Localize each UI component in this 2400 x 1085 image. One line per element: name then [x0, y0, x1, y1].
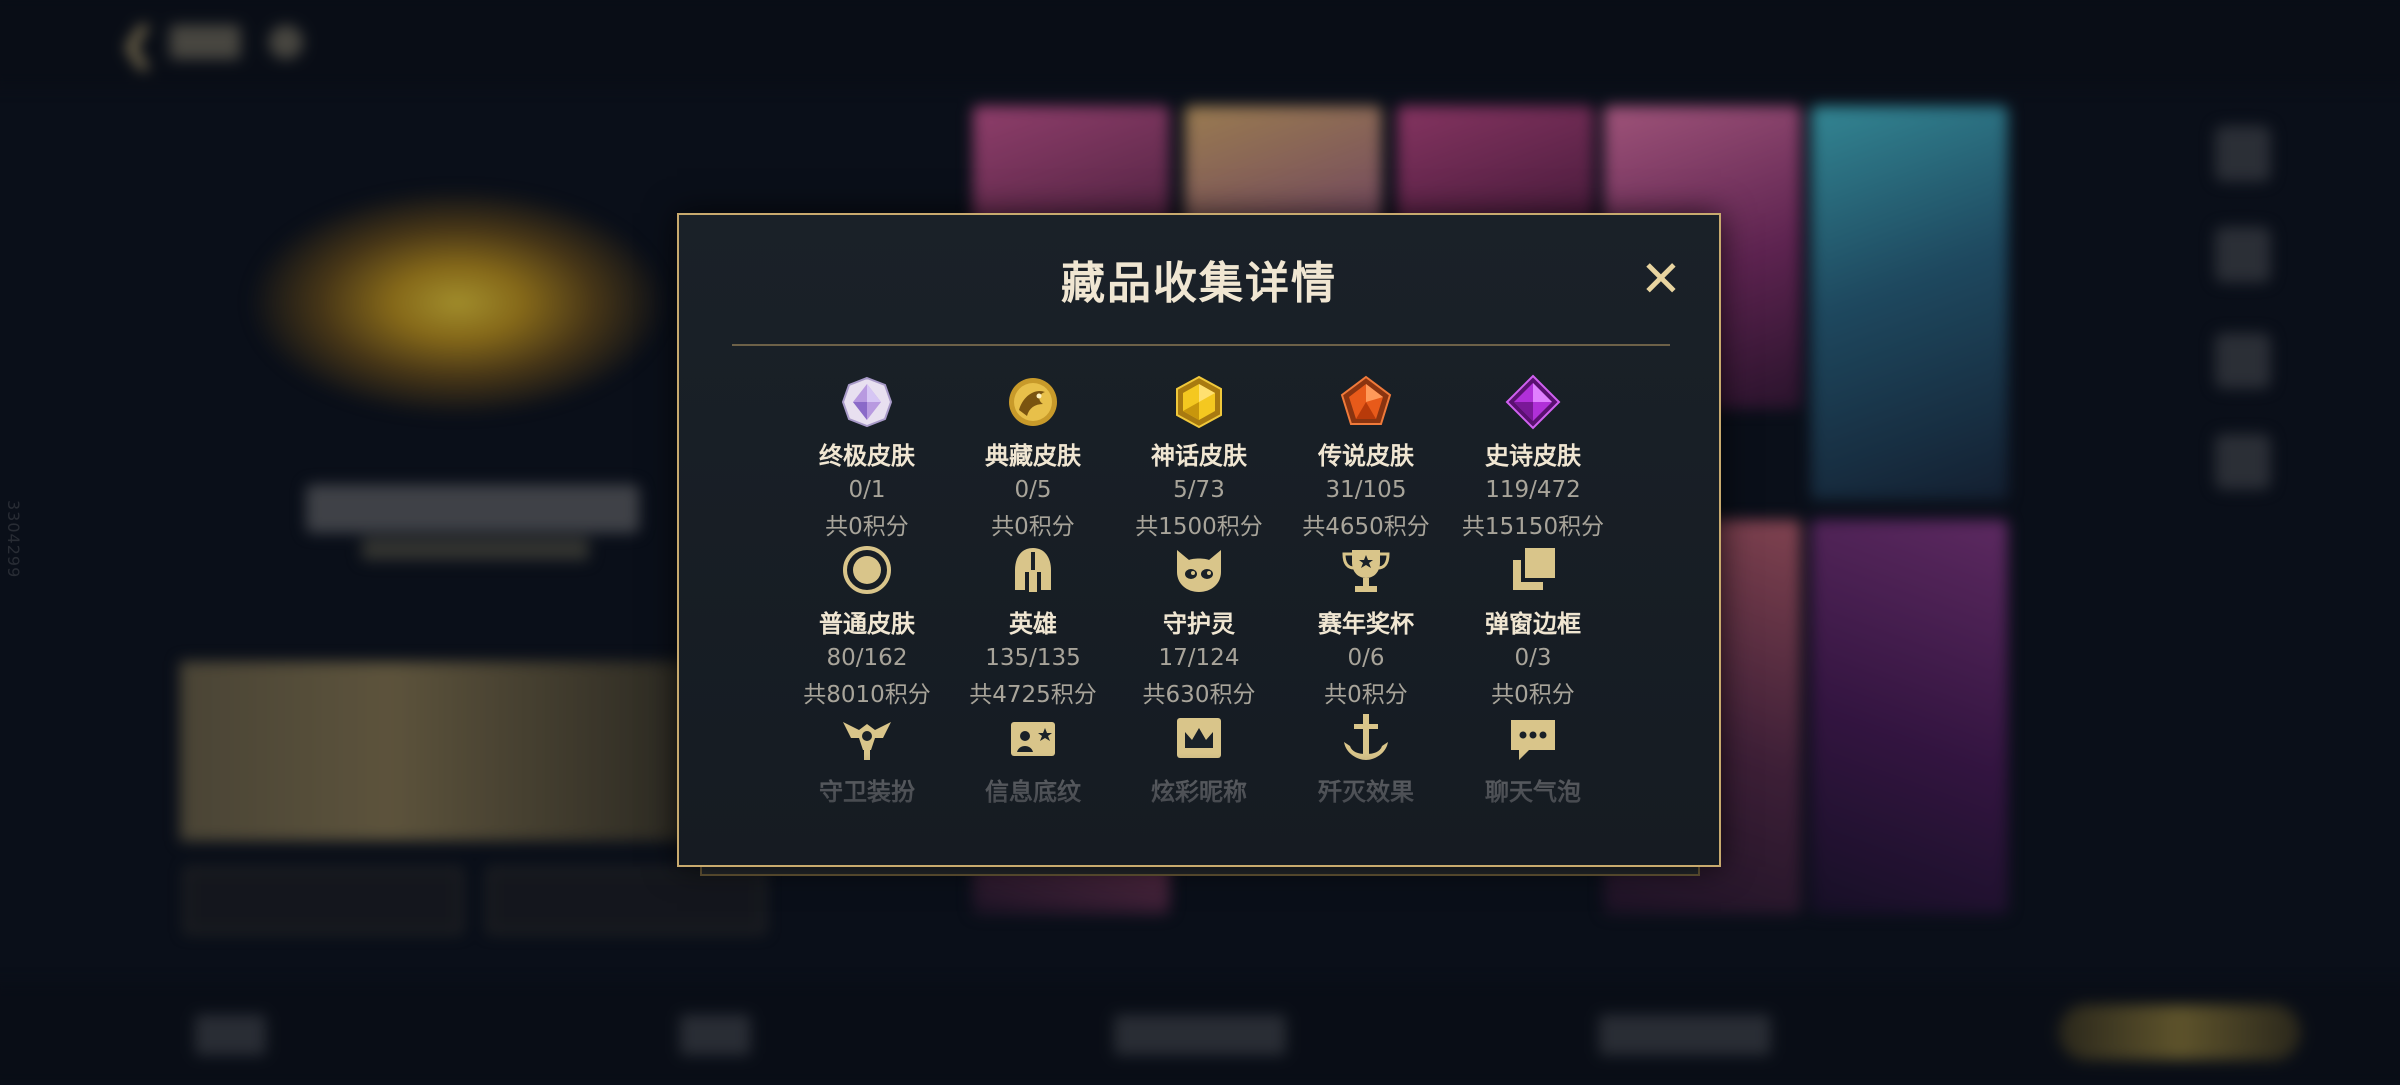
- collection-item-points: 共0积分: [991, 514, 1075, 540]
- collection-item-banners[interactable]: 信息底纹: [949, 710, 1117, 807]
- legendary-skin-icon: [1340, 375, 1392, 425]
- collection-item-mythic[interactable]: 神话皮肤 5/73 共1500积分: [1115, 374, 1283, 541]
- collection-item-nicknames[interactable]: 炫彩昵称: [1115, 710, 1283, 807]
- collection-grid: 终极皮肤 0/1 共0积分 典藏皮肤 0/5 共0积分 神话皮肤 5/73 共1…: [679, 215, 1719, 865]
- collection-item-epic[interactable]: 史诗皮肤 119/472 共15150积分: [1449, 374, 1617, 541]
- collection-item-name: 传说皮肤: [1318, 442, 1414, 470]
- collection-item-count: 119/472: [1485, 477, 1581, 503]
- collection-item-points: 共1500积分: [1135, 514, 1263, 540]
- collection-item-prestige[interactable]: 典藏皮肤 0/5 共0积分: [949, 374, 1117, 541]
- chat-bubble-icon: [1511, 720, 1555, 760]
- collection-item-points: 共630积分: [1142, 682, 1256, 708]
- collection-item-name: 歼灭效果: [1318, 778, 1414, 806]
- collection-item-name: 守护灵: [1163, 610, 1235, 638]
- collection-item-count: 31/105: [1325, 477, 1407, 503]
- collection-item-standard[interactable]: 普通皮肤 80/162 共8010积分: [783, 542, 951, 709]
- ward-icon: [843, 722, 891, 760]
- standard-skin-icon: [843, 546, 891, 594]
- collection-item-points: 共0积分: [1491, 682, 1575, 708]
- collection-item-name: 守卫装扮: [819, 778, 915, 806]
- collection-item-ward-skins[interactable]: 守卫装扮: [783, 710, 951, 807]
- collection-item-name: 聊天气泡: [1485, 778, 1581, 806]
- collection-item-name: 赛年奖杯: [1318, 610, 1414, 638]
- collection-item-count: 135/135: [985, 645, 1081, 671]
- helmet-icon: [1015, 548, 1051, 592]
- collection-item-ultimate[interactable]: 终极皮肤 0/1 共0积分: [783, 374, 951, 541]
- collection-item-little-legends[interactable]: 守护灵 17/124 共630积分: [1115, 542, 1283, 709]
- collection-item-name: 史诗皮肤: [1485, 442, 1581, 470]
- frames-icon: [1513, 548, 1555, 590]
- collection-item-points: 共0积分: [1324, 682, 1408, 708]
- collection-item-points: 共15150积分: [1461, 514, 1605, 540]
- collection-item-name: 典藏皮肤: [985, 442, 1081, 470]
- collection-item-name: 英雄: [1009, 610, 1057, 638]
- prestige-skin-icon: [1009, 378, 1057, 426]
- collection-item-points: 共8010积分: [803, 682, 931, 708]
- crown-icon: [1177, 718, 1221, 758]
- collection-item-count: 0/3: [1514, 645, 1552, 671]
- collection-item-name: 弹窗边框: [1485, 610, 1581, 638]
- collection-details-modal: 藏品收集详情 ✕ 终极皮肤 0/1 共0积分 典藏皮肤 0/5 共0积分 神话皮…: [677, 213, 1721, 867]
- collection-item-count: 17/124: [1158, 645, 1240, 671]
- collection-item-name: 炫彩昵称: [1151, 778, 1247, 806]
- collection-item-count: 80/162: [826, 645, 908, 671]
- collection-item-points: 共4650积分: [1302, 514, 1430, 540]
- collection-item-name: 神话皮肤: [1151, 442, 1247, 470]
- collection-item-count: 5/73: [1173, 477, 1225, 503]
- collection-item-finishers[interactable]: 歼灭效果: [1282, 710, 1450, 807]
- collection-item-name: 终极皮肤: [819, 442, 915, 470]
- trophy-icon: [1342, 550, 1390, 592]
- collection-item-points: 共4725积分: [969, 682, 1097, 708]
- collection-item-legendary[interactable]: 传说皮肤 31/105 共4650积分: [1282, 374, 1450, 541]
- collection-item-chat-bubbles[interactable]: 聊天气泡: [1449, 710, 1617, 807]
- ultimate-skin-icon: [841, 376, 893, 428]
- anchor-icon: [1344, 714, 1388, 760]
- collection-item-count: 0/6: [1347, 645, 1385, 671]
- collection-item-champions[interactable]: 英雄 135/135 共4725积分: [949, 542, 1117, 709]
- collection-item-count: 0/1: [848, 477, 886, 503]
- collection-item-season-trophies[interactable]: 赛年奖杯 0/6 共0积分: [1282, 542, 1450, 709]
- epic-skin-icon: [1505, 374, 1561, 430]
- collection-item-popup-frames[interactable]: 弹窗边框 0/3 共0积分: [1449, 542, 1617, 709]
- mythic-skin-icon: [1176, 375, 1222, 429]
- collection-item-count: 0/5: [1014, 477, 1052, 503]
- little-legend-icon: [1177, 550, 1221, 592]
- collection-item-name: 普通皮肤: [819, 610, 915, 638]
- banner-icon: [1011, 722, 1055, 756]
- collection-item-points: 共0积分: [825, 514, 909, 540]
- collection-item-name: 信息底纹: [985, 778, 1081, 806]
